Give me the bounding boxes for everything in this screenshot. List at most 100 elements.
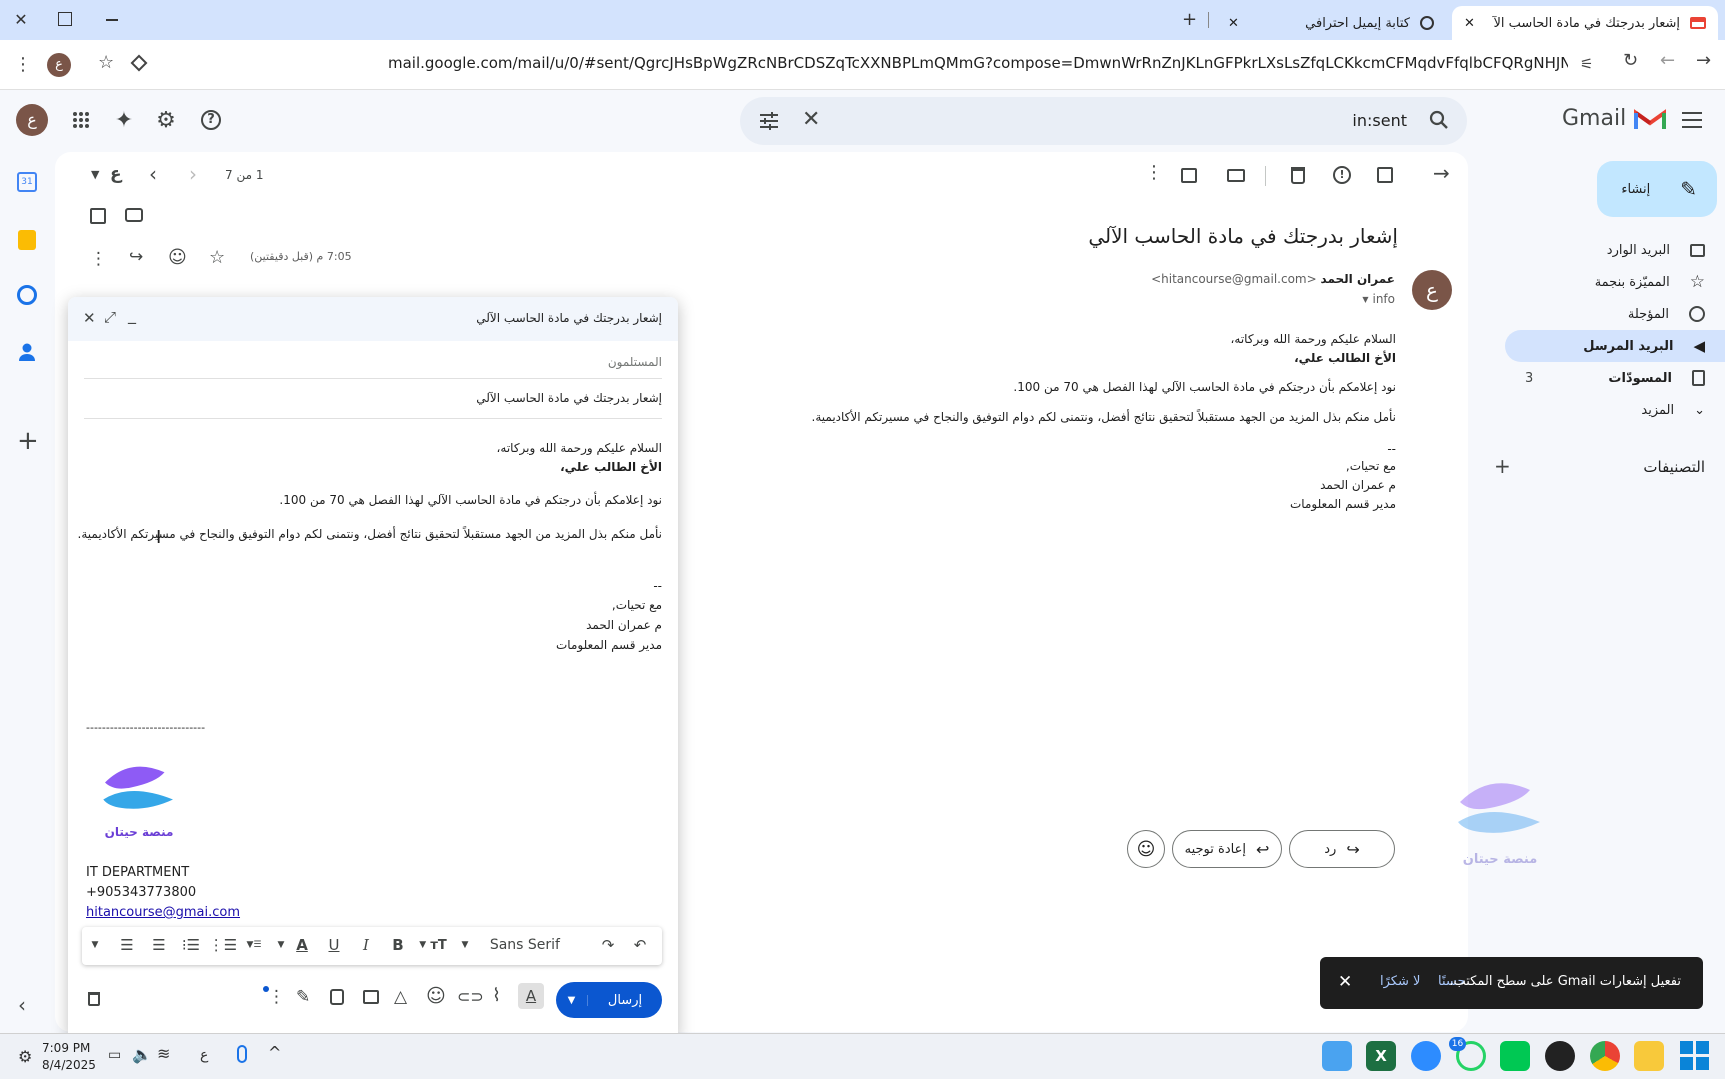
volume-icon[interactable]: 🔈 [132,1045,152,1064]
back-icon[interactable]: ← [1660,50,1675,71]
insert-emoji-icon[interactable]: ☺ [426,985,446,1007]
redo-icon[interactable]: ↷ [596,927,620,963]
add-reaction-icon[interactable]: ☺ [168,247,187,268]
wifi-icon[interactable]: ≋ [157,1044,170,1063]
keyboard-language[interactable]: ع [200,1047,208,1063]
move-to-inbox-icon[interactable] [1181,168,1197,183]
discard-draft-icon[interactable] [88,992,100,1006]
notification-bell-icon[interactable]: ⚙ [18,1047,32,1066]
bulleted-list-icon[interactable]: ⁝☰ [178,927,204,963]
compose-body[interactable]: السلام عليكم ورحمة الله وبركاته، الأخ ال… [68,427,678,957]
sidebar-item-starred[interactable]: المميّزة بنجمة ☆ [1505,266,1725,298]
paint-app-icon[interactable] [1322,1041,1352,1071]
subject-field[interactable]: إشعار بدرجتك في مادة الحاسب الآلي [84,379,662,419]
close-tab-icon[interactable]: ✕ [1464,16,1475,31]
no-thanks-button[interactable]: لا شكرًا [1380,974,1420,989]
get-addons-icon[interactable]: + [17,428,39,454]
schedule-send-dropdown-icon[interactable]: ▼ [556,994,588,1006]
close-tab-icon[interactable]: ✕ [1228,16,1239,31]
search-bar[interactable]: ✕ in:sent [740,97,1467,145]
insert-drive-icon[interactable]: △ [394,987,407,1007]
recipient-details[interactable]: ▼ info [1362,292,1395,306]
more-options-icon[interactable]: ⋮ [268,987,285,1007]
account-avatar[interactable]: ع [16,104,48,136]
print-icon[interactable] [125,208,143,222]
more-actions-icon[interactable]: ⋮ [1145,162,1163,183]
profile-avatar[interactable]: ع [47,53,71,77]
dismiss-snackbar-icon[interactable]: ✕ [1338,972,1352,992]
bold-icon[interactable]: B [386,927,410,963]
message-more-icon[interactable]: ⋮ [90,249,107,269]
green-app-icon[interactable] [1500,1041,1530,1071]
chrome-app-icon[interactable] [1590,1041,1620,1071]
start-menu-icon[interactable] [1680,1041,1710,1071]
gemini-sparkle-icon[interactable]: ✦ [108,104,140,136]
minimize-window-icon[interactable] [106,19,118,21]
italic-icon[interactable]: I [354,927,378,963]
keep-app-icon[interactable] [18,230,36,250]
recipients-field[interactable]: المستلمون [84,341,662,379]
text-color-icon[interactable]: A [290,927,314,963]
forward-icon[interactable]: → [1696,50,1711,71]
apps-grid-icon[interactable] [65,104,97,136]
calendar-app-icon[interactable]: 31 [17,172,37,192]
insert-photo-icon[interactable] [363,990,379,1004]
bookmark-star-icon[interactable]: ☆ [98,52,114,73]
numbered-list-icon[interactable]: ⋮☰ [209,927,237,963]
search-icon[interactable] [1429,110,1449,130]
settings-gear-icon[interactable]: ⚙ [150,104,182,136]
input-tools-icon[interactable]: ع [110,164,122,184]
back-to-sent-icon[interactable]: → [1433,161,1450,185]
help-icon[interactable]: ? [195,104,227,136]
tab-gmail-grade[interactable]: ✕ إشعار بدرجتك في مادة الحاسب الآ [1452,6,1718,40]
input-tools-dropdown-icon[interactable]: ▼ [91,168,99,181]
star-icon[interactable]: ☆ [209,247,225,268]
sidebar-item-more[interactable]: المزيد ⌄ [1505,394,1725,426]
clear-search-icon[interactable]: ✕ [802,107,820,132]
zoom-app-icon[interactable] [1411,1041,1441,1071]
gmail-logo[interactable]: Gmail [1562,106,1667,131]
undo-icon[interactable]: ↶ [628,927,652,963]
underline-icon[interactable]: U [322,927,346,963]
fullscreen-icon[interactable]: ⤢ [104,308,116,326]
close-compose-icon[interactable]: ✕ [83,309,96,327]
signature-email-link[interactable]: hitancourse@gmai.com [86,905,240,920]
emoji-reaction-button[interactable]: ☺ [1127,830,1165,868]
font-size-dropdown-icon[interactable]: ▼ тT [414,927,452,963]
add-label-icon[interactable]: + [1494,454,1511,478]
microphone-icon[interactable] [237,1045,247,1063]
clock-time[interactable]: 7:09 PM [42,1041,90,1055]
site-settings-icon[interactable] [130,54,148,72]
font-dropdown-icon[interactable]: ▼ [458,927,472,963]
align-right-icon[interactable]: ☰ [114,927,140,963]
attach-file-icon[interactable]: ⌇ [492,985,501,1006]
more-formatting-dropdown-icon[interactable]: ▼ [84,927,106,963]
delete-icon[interactable] [1291,167,1305,184]
insert-signature-icon[interactable]: ✎ [296,987,310,1007]
forward-button[interactable]: إعادة توجيه ↩ [1172,830,1282,868]
menu-dots-icon[interactable]: ⋮ [14,54,32,75]
align-dropdown-icon[interactable]: ▼☰ [240,927,268,963]
compose-button[interactable]: إنشاء ✎ [1597,161,1717,217]
search-options-icon[interactable] [758,111,780,131]
align-left-icon[interactable]: ☰ [146,927,172,963]
url-field[interactable]: mail.google.com/mail/u/0/#sent/QgrcJHsBp… [388,54,1568,72]
reply-button[interactable]: رد ↪ [1289,830,1395,868]
collapse-side-panel-icon[interactable]: ‹ [18,993,26,1017]
confidential-mode-icon[interactable] [330,989,344,1005]
send-button[interactable]: ▼ إرسال [556,982,662,1018]
page-info-icon[interactable]: ⚟ [1580,55,1593,73]
tasks-app-icon[interactable] [17,285,37,305]
tab-professional-email[interactable]: ✕ كتابة إيميل احترافي [1216,6,1446,40]
file-explorer-app-icon[interactable] [1634,1041,1664,1071]
compose-header[interactable]: ✕ ⤢ _ إشعار بدرجتك في مادة الحاسب الآلي [68,297,678,341]
battery-icon[interactable]: ▭ [108,1047,121,1063]
mark-unread-icon[interactable] [1227,169,1245,182]
font-name[interactable]: Sans Serif [474,927,560,963]
excel-app-icon[interactable]: X [1366,1041,1396,1071]
minimize-compose-icon[interactable]: _ [128,305,136,324]
show-hidden-icons-icon[interactable]: ^ [268,1043,281,1062]
sidebar-item-inbox[interactable]: البريد الوارد [1505,234,1725,266]
obs-app-icon[interactable] [1545,1041,1575,1071]
sidebar-item-sent[interactable]: البريد المرسل ◀ [1505,330,1725,362]
